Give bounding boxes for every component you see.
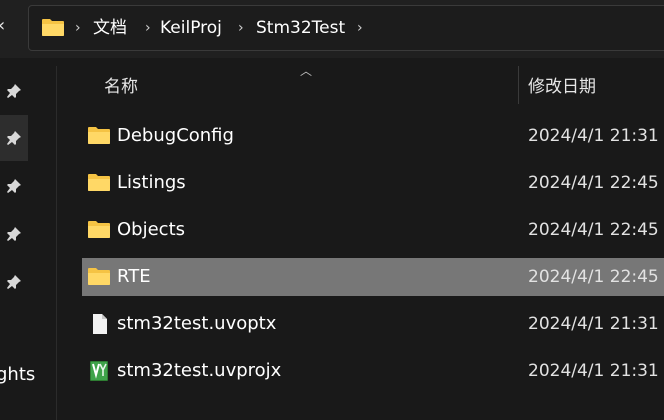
column-divider[interactable]: [518, 66, 519, 104]
breadcrumb-stm32test[interactable]: Stm32Test: [256, 6, 345, 50]
sidebar-item-label[interactable]: ghts: [0, 364, 35, 385]
document-icon: [87, 313, 111, 339]
breadcrumb-separator-icon[interactable]: ›: [145, 6, 151, 50]
file-name: stm32test.uvprojx: [117, 360, 282, 381]
breadcrumb-documents[interactable]: 文档: [93, 6, 127, 50]
folder-icon: [87, 125, 111, 149]
breadcrumb-separator-icon[interactable]: ›: [357, 6, 363, 50]
pin-icon[interactable]: [0, 259, 28, 305]
keil-project-icon: [87, 360, 111, 386]
file-date-modified: 2024/4/1 22:45: [528, 267, 659, 287]
folder-icon: [87, 266, 111, 290]
list-item[interactable]: stm32test.uvoptx 2024/4/1 21:31: [82, 305, 664, 343]
address-bar[interactable]: › 文档 › KeilProj › Stm32Test ›: [28, 5, 664, 51]
file-name: Listings: [117, 172, 186, 193]
file-name: DebugConfig: [117, 125, 234, 146]
file-name: Objects: [117, 219, 186, 240]
breadcrumb-keilproj[interactable]: KeilProj: [160, 6, 222, 50]
pin-icon[interactable]: [0, 163, 28, 209]
file-date-modified: 2024/4/1 22:45: [528, 173, 659, 193]
list-item[interactable]: Listings 2024/4/1 22:45: [82, 164, 664, 202]
sort-ascending-icon: ︿: [300, 64, 313, 78]
folder-icon: [87, 219, 111, 243]
pin-icon[interactable]: [0, 211, 28, 257]
pane-divider[interactable]: [56, 66, 57, 420]
address-toolbar: ‹ › 文档 › KeilProj › Stm32Test ›: [0, 0, 664, 58]
list-item[interactable]: DebugConfig 2024/4/1 21:31: [82, 117, 664, 155]
file-date-modified: 2024/4/1 22:45: [528, 220, 659, 240]
file-explorer-window: ‹ › 文档 › KeilProj › Stm32Test ›: [0, 0, 664, 420]
file-date-modified: 2024/4/1 21:31: [528, 314, 659, 334]
file-date-modified: 2024/4/1 21:31: [528, 361, 659, 381]
folder-icon: [87, 172, 111, 196]
file-date-modified: 2024/4/1 21:31: [528, 126, 659, 146]
list-item-selected[interactable]: RTE 2024/4/1 22:45: [82, 258, 664, 296]
column-header-name[interactable]: 名称: [104, 72, 138, 102]
list-item[interactable]: stm32test.uvprojx 2024/4/1 21:31: [82, 352, 664, 390]
folder-icon: [41, 17, 65, 37]
file-name: RTE: [117, 266, 151, 287]
expand-chevron-icon[interactable]: ‹: [0, 14, 14, 38]
file-name: stm32test.uvoptx: [117, 313, 277, 334]
pin-icon[interactable]: [0, 68, 28, 114]
breadcrumb-separator-icon[interactable]: ›: [75, 6, 81, 50]
navigation-pane: ghts: [0, 58, 56, 420]
column-header-date-modified[interactable]: 修改日期: [528, 72, 596, 102]
list-item[interactable]: Objects 2024/4/1 22:45: [82, 211, 664, 249]
breadcrumb-separator-icon[interactable]: ›: [238, 6, 244, 50]
pin-icon[interactable]: [0, 115, 28, 161]
